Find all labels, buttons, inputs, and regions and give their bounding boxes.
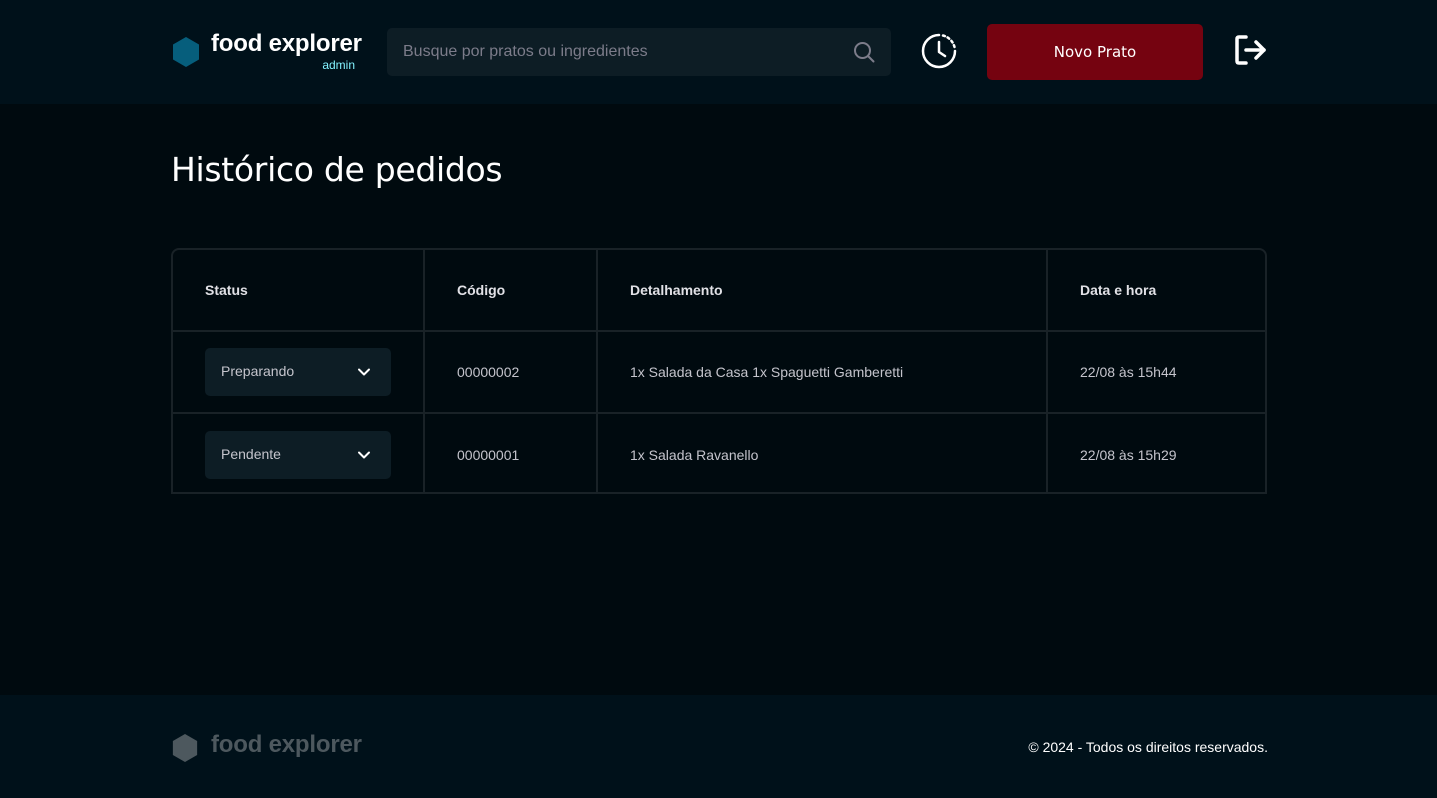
app-header: food explorer admin Novo Prato	[0, 0, 1437, 104]
chevron-down-icon	[358, 451, 370, 458]
brand-role-label: admin	[322, 58, 355, 72]
status-value: Pendente	[221, 445, 281, 462]
search-input[interactable]	[387, 28, 837, 76]
footer-brand: food explorer	[171, 731, 371, 765]
page-title: Histórico de pedidos	[171, 150, 503, 189]
table-row: Pendente 00000001 1x Salada Ravanello 22…	[173, 413, 1265, 492]
status-cell: Pendente	[173, 413, 425, 492]
column-header-datetime: Data e hora	[1047, 250, 1265, 332]
column-header-code: Código	[424, 250, 598, 332]
table-row: Preparando 00000002 1x Salada da Casa 1x…	[173, 331, 1265, 414]
status-cell: Preparando	[173, 331, 425, 414]
chevron-down-icon	[358, 368, 370, 376]
hexagon-logo-icon	[172, 734, 198, 762]
search-bar	[387, 28, 891, 76]
brand-logo[interactable]: food explorer admin	[171, 30, 362, 74]
column-header-details: Detalhamento	[597, 250, 1048, 332]
column-header-status: Status	[173, 250, 425, 332]
footer-brand-name: food explorer	[211, 731, 362, 758]
clock-history-icon[interactable]	[921, 33, 957, 69]
status-value: Preparando	[221, 363, 295, 379]
order-datetime: 22/08 às 15h44	[1047, 331, 1265, 414]
search-icon[interactable]	[853, 41, 875, 63]
orders-table-grid: Status Código Detalhamento Data e hora P…	[173, 250, 1265, 492]
order-datetime: 22/08 às 15h29	[1080, 446, 1177, 463]
order-code: 00000001	[424, 413, 598, 492]
app-footer: food explorer © 2024 - Todos os direitos…	[0, 695, 1437, 798]
order-details: 1x Salada da Casa 1x Spaguetti Gamberett…	[597, 331, 1048, 414]
table-header-row: Status Código Detalhamento Data e hora	[173, 250, 1265, 332]
status-select[interactable]: Preparando	[205, 348, 391, 396]
status-select[interactable]: Pendente	[205, 430, 391, 479]
order-details: 1x Salada Ravanello	[597, 413, 1048, 492]
new-dish-button[interactable]: Novo Prato	[987, 24, 1203, 80]
order-code: 00000002	[424, 331, 598, 414]
hexagon-logo-icon	[173, 37, 199, 67]
brand-name: food explorer	[211, 30, 362, 57]
orders-table: Status Código Detalhamento Data e hora P…	[171, 248, 1267, 494]
copyright-text: © 2024 - Todos os direitos reservados.	[1028, 739, 1268, 755]
sign-out-icon[interactable]	[1234, 34, 1268, 66]
